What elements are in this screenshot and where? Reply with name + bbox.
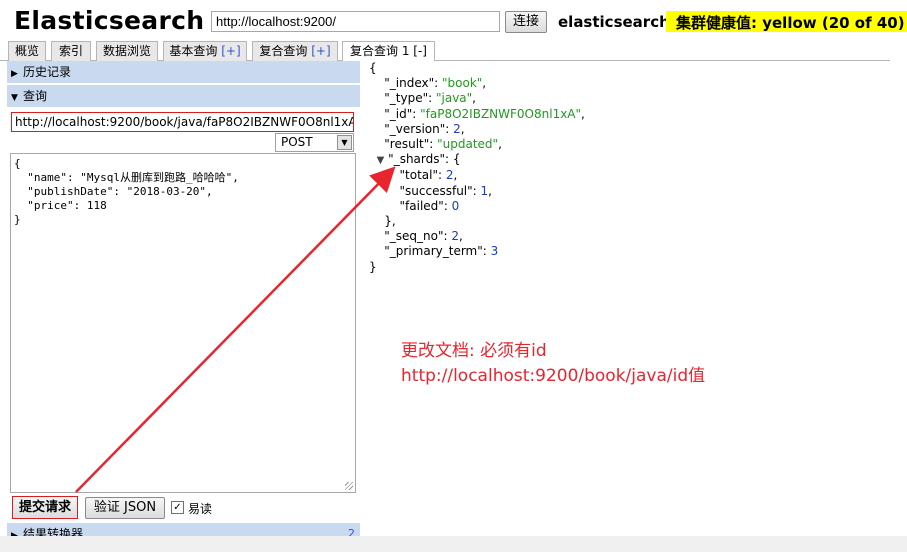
tab-label: 复合查询 1 [-] (350, 44, 427, 58)
tab-label: 概览 (14, 44, 39, 58)
json-number: 2 (453, 121, 461, 136)
json-number: 2 (451, 229, 460, 244)
add-tab-link[interactable]: [+] (311, 44, 330, 58)
collapse-toggle-icon[interactable]: ▼ (377, 155, 385, 166)
app-header: Elasticsearch 连接 elasticsearch 集群健康值: ye… (0, 0, 907, 40)
json-number: 0 (451, 198, 460, 213)
json-key: "_index" (384, 76, 435, 91)
history-section-header[interactable]: ▶ 历史记录 (7, 61, 360, 84)
json-key: "_type" (384, 91, 429, 106)
cluster-health-badge: 集群健康值: yellow (20 of 40) (666, 11, 907, 32)
json-key: "_shards" (388, 152, 446, 167)
json-string: "updated" (437, 137, 499, 152)
annotation-line-1: 更改文档: 必须有id (401, 341, 547, 361)
json-key: "result" (384, 137, 430, 152)
dropdown-arrow-icon: ▼ (337, 135, 352, 150)
response-json: { "_index": "book", "_type": "java", "_i… (369, 61, 585, 274)
json-key: "successful" (399, 183, 473, 198)
expand-triangle-icon: ▶ (11, 69, 18, 79)
tab-label: 复合查询 (259, 44, 308, 58)
submit-request-button[interactable]: 提交请求 (12, 496, 78, 519)
app-title: Elasticsearch (14, 6, 205, 35)
json-key: "_primary_term" (384, 244, 483, 259)
tab-basic-query[interactable]: 基本查询 [+] (163, 41, 247, 61)
tab-browser[interactable]: 数据浏览 (96, 41, 158, 61)
http-method-select[interactable]: POST ▼ (275, 133, 354, 152)
tab-compound-query[interactable]: 复合查询 [+] (252, 41, 338, 61)
pretty-print-checkbox[interactable]: ✓ (171, 501, 184, 514)
json-key: "_version" (384, 121, 446, 136)
json-string: "faP8O2IBZNWF0O8nl1xA" (420, 106, 582, 121)
connect-button[interactable]: 连接 (505, 11, 547, 33)
resize-grip-icon[interactable] (345, 482, 353, 490)
annotation-line-2: http://localhost:9200/book/java/id值 (401, 366, 706, 386)
json-number: 1 (480, 183, 489, 198)
query-section-header[interactable]: ▼ 查询 (7, 85, 360, 108)
footer-strip (0, 536, 907, 552)
tab-compound-query-1[interactable]: 复合查询 1 [-] (342, 41, 435, 62)
query-label: 查询 (23, 89, 48, 103)
json-string: "book" (442, 76, 483, 91)
history-label: 历史记录 (23, 65, 72, 79)
json-string: "java" (435, 91, 473, 106)
json-key: "total" (399, 168, 438, 183)
request-body-text: { "name": "Mysql从删库到跑路_哈哈哈", "publishDat… (14, 157, 239, 226)
annotation-note: 更改文档: 必须有id http://localhost:9200/book/j… (401, 339, 705, 389)
json-number: 3 (490, 244, 499, 259)
cluster-name: elasticsearch (558, 13, 670, 31)
validate-json-button[interactable]: 验证 JSON (85, 497, 165, 519)
json-number: 2 (445, 168, 454, 183)
add-tab-link[interactable]: [+] (221, 44, 240, 58)
tab-overview[interactable]: 概览 (8, 41, 46, 61)
tab-indices[interactable]: 索引 (51, 41, 91, 61)
collapse-triangle-icon: ▼ (11, 93, 18, 103)
json-key: "_id" (384, 106, 413, 121)
tab-label: 数据浏览 (102, 44, 151, 58)
tab-label: 基本查询 (169, 44, 218, 58)
tab-bar: 概览 索引 数据浏览 基本查询 [+] 复合查询 [+] 复合查询 1 [-] (0, 40, 890, 62)
response-panel: { "_index": "book", "_type": "java", "_i… (362, 61, 890, 536)
http-method-value: POST (281, 135, 313, 149)
tab-label: 索引 (58, 44, 83, 58)
query-url-input[interactable]: http://localhost:9200/book/java/faP8O2IB… (11, 112, 354, 132)
pretty-print-label: 易读 (188, 502, 213, 516)
query-panel: ▶ 历史记录 ▼ 查询 http://localhost:9200/book/jav… (7, 61, 360, 552)
json-key: "_seq_no" (384, 229, 444, 244)
request-body-editor[interactable]: { "name": "Mysql从删库到跑路_哈哈哈", "publishDat… (10, 153, 356, 493)
cluster-url-input[interactable] (211, 11, 500, 32)
json-key: "failed" (399, 198, 444, 213)
